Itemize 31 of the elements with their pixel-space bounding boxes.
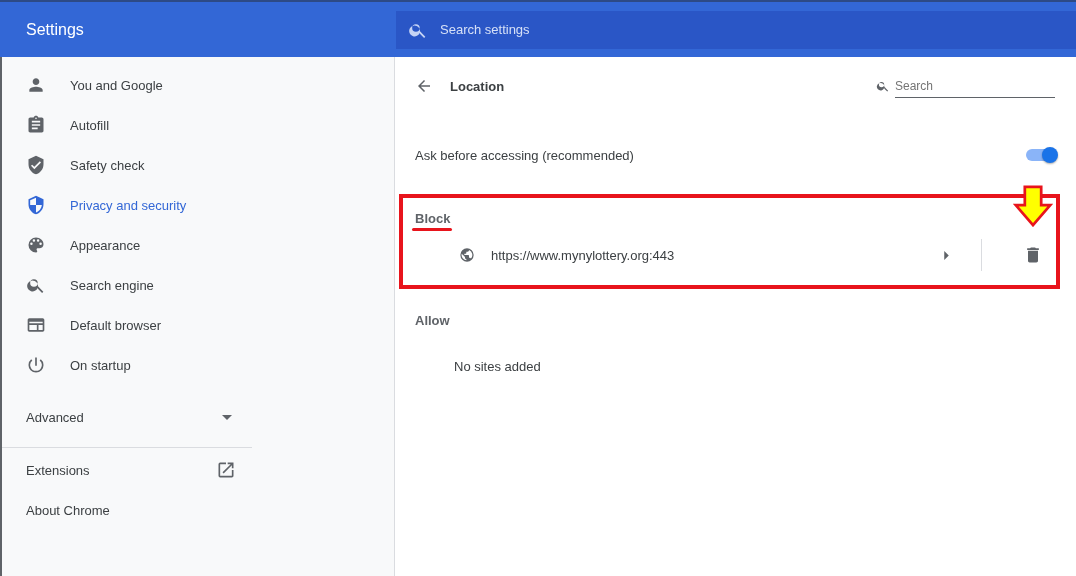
search-icon xyxy=(876,79,890,93)
sidebar-item[interactable]: Default browser xyxy=(2,305,394,345)
toggle-switch[interactable] xyxy=(1026,149,1056,161)
palette-icon xyxy=(26,235,46,255)
sidebar-link[interactable]: About Chrome xyxy=(2,490,252,530)
caret-icon xyxy=(222,414,232,420)
sidebar-item[interactable]: You and Google xyxy=(2,65,394,105)
power-icon xyxy=(26,355,46,375)
section-heading: Allow xyxy=(415,313,451,329)
underline-mark xyxy=(412,228,452,231)
settings-title: Settings xyxy=(26,20,84,38)
page-title: Location xyxy=(450,78,506,94)
empty-message: No sites added xyxy=(454,359,542,374)
setting-label: Ask before accessing (recommended) xyxy=(415,147,634,163)
expand-arrow-icon[interactable] xyxy=(944,250,949,260)
sidebar-item[interactable]: Search engine xyxy=(2,265,394,305)
site-url[interactable]: https://www.mynylottery.org:443 xyxy=(491,247,944,263)
shield-icon xyxy=(26,195,46,215)
clipboard-icon xyxy=(26,115,46,135)
search-field[interactable]: Search settings xyxy=(396,10,1076,49)
browser-icon xyxy=(26,315,46,335)
sidebar-item[interactable]: Safety check xyxy=(2,145,394,185)
sidebar-item[interactable]: Privacy and security xyxy=(2,185,394,225)
advanced-toggle[interactable]: Advanced xyxy=(2,393,252,441)
sidebar-link[interactable]: Extensions xyxy=(2,450,252,490)
sidebar-item[interactable]: Appearance xyxy=(2,225,394,265)
section-heading: Block xyxy=(415,210,451,226)
sidebar-item[interactable]: On startup xyxy=(2,345,394,385)
sidebar-item[interactable]: Autofill xyxy=(2,105,394,145)
globe-icon xyxy=(459,247,475,263)
shield-check-icon xyxy=(26,155,46,175)
